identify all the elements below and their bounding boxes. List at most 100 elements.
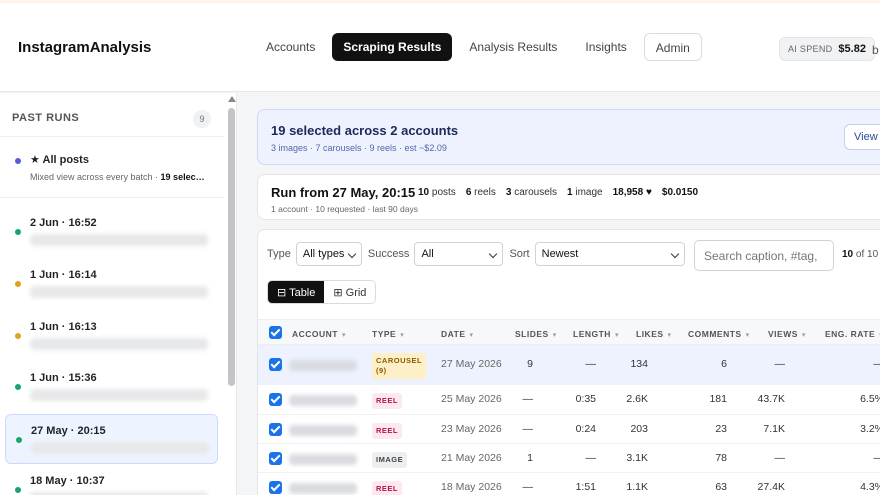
row-checkbox[interactable] bbox=[269, 480, 282, 494]
select-all-checkbox[interactable] bbox=[269, 326, 282, 339]
type-badge: IMAGE bbox=[372, 451, 408, 468]
past-runs-sidebar: PAST RUNS 9 ★ All posts Mixed view acros… bbox=[0, 93, 237, 495]
cell-length: 0:24 bbox=[575, 422, 596, 435]
table-header: ACCOUNT ▾ TYPE ▾ DATE ▾ SLIDES ▾ LENGTH ▾ LIK… bbox=[258, 319, 880, 345]
sort-label: Sort bbox=[509, 248, 530, 260]
run-status-dot bbox=[15, 487, 21, 493]
search-input[interactable]: Search caption, #tag, bbox=[694, 240, 834, 271]
grid-view-button[interactable]: ⊞ Grid bbox=[324, 281, 375, 303]
cell-date: 27 May 2026 bbox=[441, 358, 502, 370]
reels-stat: 6 reels bbox=[465, 187, 496, 198]
sidebar-run-item[interactable]: 2 Jun · 16:52 bbox=[5, 207, 218, 257]
col-date[interactable]: DATE ▾ bbox=[441, 329, 474, 339]
cell-date: 18 May 2026 bbox=[441, 480, 502, 493]
sort-select[interactable]: Newest bbox=[534, 242, 685, 266]
sidebar-item-all-posts[interactable]: ★ All posts Mixed view across every batc… bbox=[0, 138, 224, 198]
cell-views: — bbox=[774, 451, 786, 464]
sidebar-title: PAST RUNS bbox=[12, 112, 80, 124]
filter-bar: Type All types Success All Sort Newest bbox=[267, 242, 685, 266]
scroll-thumb[interactable] bbox=[228, 108, 235, 386]
tab-scraping-results[interactable]: Scraping Results bbox=[332, 33, 453, 61]
cell-eng-rate: — bbox=[874, 358, 880, 370]
cell-likes: 203 bbox=[630, 422, 648, 435]
run-subtitle-blurred bbox=[30, 338, 208, 350]
account-name-blurred[interactable] bbox=[289, 395, 357, 406]
table-row[interactable]: REEL 18 May 2026 — 1:51 1.1K 63 27.4K 4.3% bbox=[258, 473, 880, 495]
cell-comments: 23 bbox=[715, 422, 727, 435]
selection-title: 19 selected across 2 accounts bbox=[271, 123, 459, 138]
run-subtitle-blurred bbox=[30, 389, 208, 401]
table-row[interactable]: REEL 23 May 2026 — 0:24 203 23 7.1K 3.2% bbox=[258, 415, 880, 444]
cell-date: 25 May 2026 bbox=[441, 393, 502, 405]
row-checkbox[interactable] bbox=[269, 451, 282, 465]
type-badge: REEL bbox=[372, 393, 403, 409]
account-name-blurred[interactable] bbox=[289, 453, 357, 465]
cell-eng-rate: 4.3% bbox=[860, 480, 880, 493]
cell-slides: 1 bbox=[527, 451, 533, 464]
run-title: 1 Jun · 16:13 bbox=[30, 321, 97, 333]
cell-slides: — bbox=[522, 422, 534, 435]
cell-date: 23 May 2026 bbox=[441, 422, 502, 435]
tab-admin[interactable]: Admin bbox=[643, 33, 702, 61]
sidebar-run-item[interactable]: 1 Jun · 15:36 bbox=[5, 362, 218, 412]
run-subtitle-blurred bbox=[31, 442, 209, 454]
cell-likes: 134 bbox=[630, 358, 648, 370]
all-posts-dot bbox=[15, 158, 21, 164]
all-posts-title: ★ All posts bbox=[30, 154, 89, 166]
row-checkbox[interactable] bbox=[269, 393, 282, 406]
chevron-down-icon bbox=[670, 249, 679, 259]
col-likes[interactable]: LIKES ▾ bbox=[636, 329, 672, 339]
account-name-blurred[interactable] bbox=[289, 360, 357, 371]
ai-spend-label: AI SPEND bbox=[788, 44, 833, 54]
images-stat: 1 image bbox=[567, 187, 603, 198]
run-summary-card: Run from 27 May, 20:15 10 posts 6 reels … bbox=[257, 174, 880, 220]
table-row[interactable]: CAROUSEL(9) 27 May 2026 9 — 134 6 — — bbox=[258, 345, 880, 385]
col-length[interactable]: LENGTH ▾ bbox=[573, 329, 619, 339]
col-type[interactable]: TYPE ▾ bbox=[372, 329, 404, 339]
scroll-up-arrow-icon[interactable] bbox=[228, 96, 236, 102]
type-badge: CAROUSEL (9) bbox=[372, 353, 427, 379]
tab-analysis-results[interactable]: Analysis Results bbox=[458, 33, 568, 61]
cell-views: 7.1K bbox=[763, 422, 785, 435]
success-filter-select[interactable]: All bbox=[414, 242, 504, 266]
cell-length: 0:35 bbox=[575, 393, 596, 405]
app-header: InstagramAnalysis Accounts Scraping Resu… bbox=[0, 3, 880, 92]
cell-slides: — bbox=[522, 393, 534, 405]
view-selected-button[interactable]: View s bbox=[844, 124, 880, 150]
run-title: 2 Jun · 16:52 bbox=[30, 217, 97, 229]
sidebar-run-item[interactable]: 1 Jun · 16:14 bbox=[5, 259, 218, 309]
runs-count-badge: 9 bbox=[193, 110, 211, 128]
cell-eng-rate: 6.5% bbox=[860, 393, 880, 405]
tab-insights[interactable]: Insights bbox=[574, 33, 637, 61]
user-menu[interactable]: b bbox=[872, 43, 879, 57]
type-badge: REEL bbox=[372, 422, 403, 439]
row-checkbox[interactable] bbox=[269, 422, 282, 436]
col-account[interactable]: ACCOUNT ▾ bbox=[292, 329, 346, 339]
col-views[interactable]: VIEWS ▾ bbox=[768, 329, 806, 339]
cell-length: 1:51 bbox=[575, 480, 596, 493]
results-panel: Type All types Success All Sort Newest S… bbox=[257, 229, 880, 495]
sidebar-run-item-active[interactable]: 27 May · 20:15 bbox=[5, 414, 218, 464]
col-eng-rate[interactable]: ENG. RATE▾ bbox=[825, 329, 880, 339]
cell-length: — bbox=[585, 358, 597, 370]
table-row[interactable]: REEL 25 May 2026 — 0:35 2.6K 181 43.7K 6.5% bbox=[258, 385, 880, 415]
col-slides[interactable]: SLIDES ▾ bbox=[515, 329, 557, 339]
row-checkbox[interactable] bbox=[269, 358, 282, 371]
account-name-blurred[interactable] bbox=[289, 424, 357, 436]
ai-spend-value: $5.82 bbox=[838, 43, 866, 55]
sidebar-run-item[interactable]: 1 Jun · 16:13 bbox=[5, 311, 218, 361]
tab-accounts[interactable]: Accounts bbox=[255, 33, 326, 61]
run-title: 1 Jun · 15:36 bbox=[30, 372, 97, 384]
posts-stat: 10 posts bbox=[418, 187, 456, 198]
run-title: 27 May · 20:15 bbox=[31, 425, 106, 437]
col-comments[interactable]: COMMENTS ▾ bbox=[688, 329, 750, 339]
all-posts-subtitle: Mixed view across every batch · 19 selec… bbox=[30, 172, 205, 182]
table-view-button[interactable]: ⊟ Table bbox=[268, 281, 325, 303]
type-filter-select[interactable]: All types bbox=[295, 242, 362, 266]
table-row[interactable]: IMAGE 21 May 2026 1 — 3.1K 78 — — bbox=[258, 444, 880, 473]
type-filter-label: Type bbox=[267, 248, 291, 260]
sidebar-run-item[interactable]: 18 May · 10:37 bbox=[5, 465, 218, 495]
brand-logo[interactable]: InstagramAnalysis bbox=[18, 39, 151, 56]
sidebar-scrollbar[interactable] bbox=[226, 93, 236, 495]
account-name-blurred[interactable] bbox=[289, 482, 357, 494]
